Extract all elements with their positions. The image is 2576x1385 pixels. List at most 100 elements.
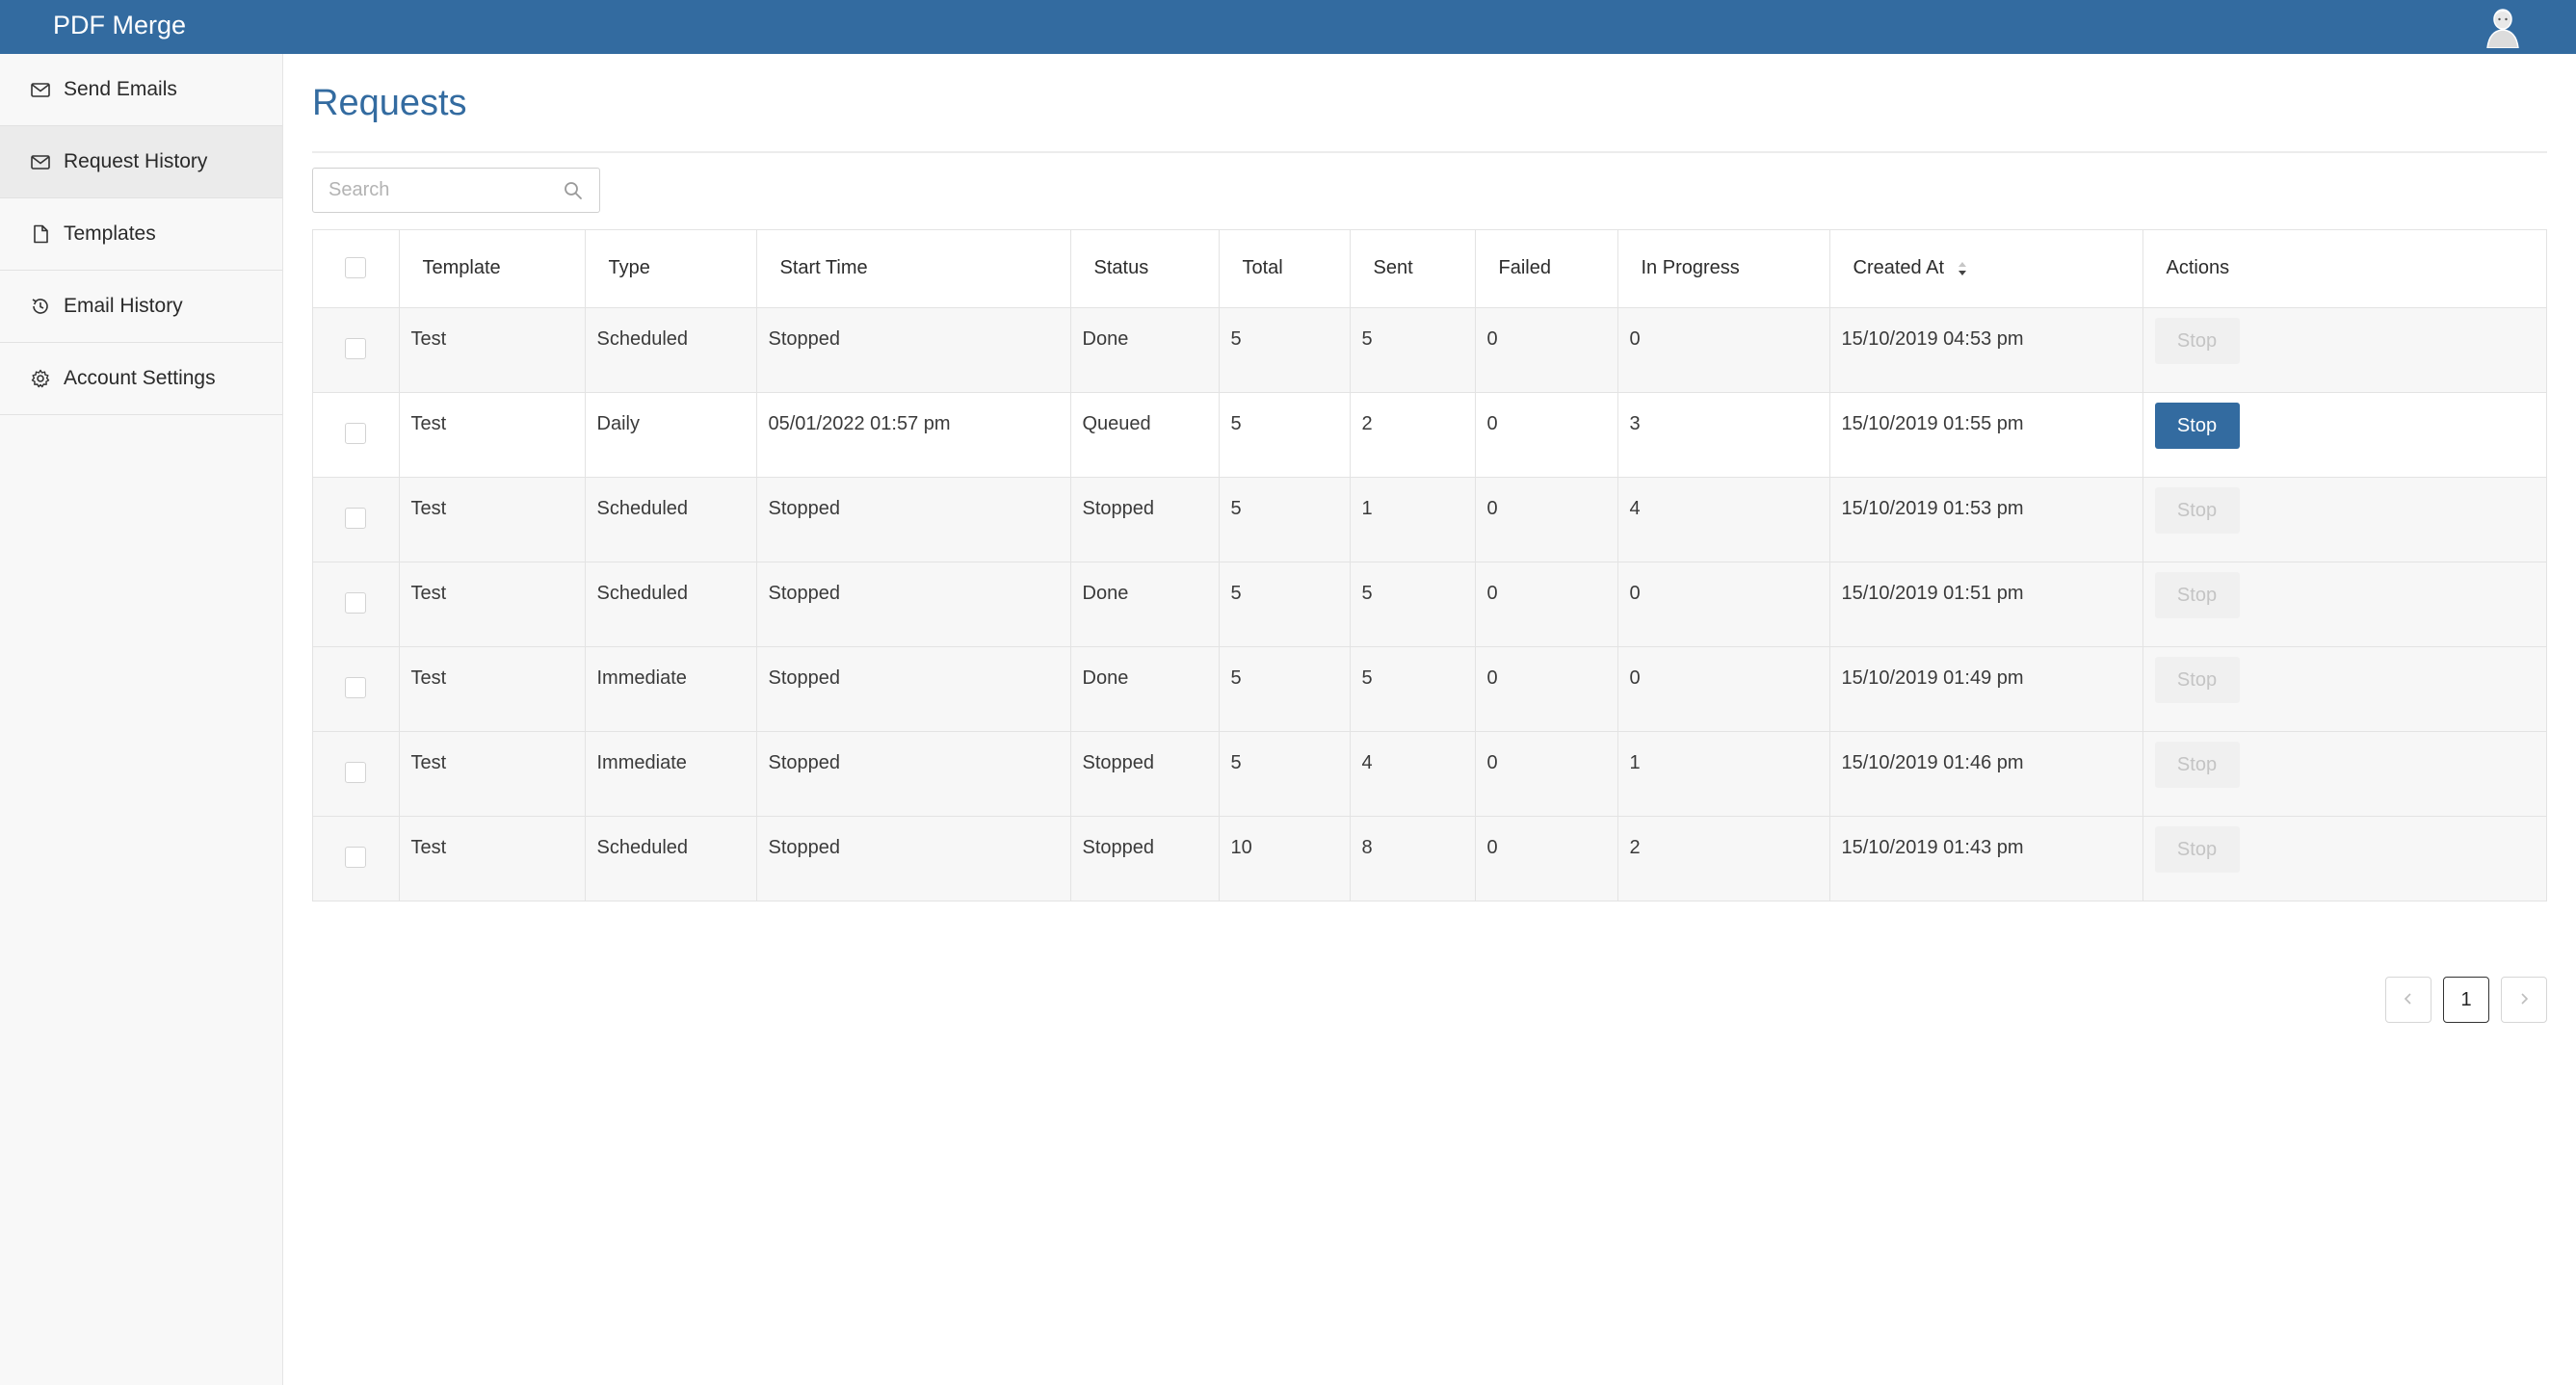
column-header-type[interactable]: Type [585, 230, 757, 308]
cell-template: Test [399, 477, 586, 562]
cell-type: Scheduled [585, 816, 757, 901]
chevron-right-icon [2518, 989, 2530, 1011]
requests-table: Template Type Start Time Status Total Se… [312, 229, 2547, 902]
cell-start-time: Stopped [756, 307, 1071, 392]
stop-button[interactable]: Stop [2154, 486, 2240, 534]
cell-start-time: Stopped [756, 731, 1071, 816]
cell-status: Queued [1070, 392, 1220, 477]
cell-type: Scheduled [585, 477, 757, 562]
stop-button[interactable]: Stop [2154, 656, 2240, 703]
cell-start-time: Stopped [756, 477, 1071, 562]
sidebar-item-label: Send Emails [64, 78, 177, 100]
cell-sent: 5 [1350, 562, 1476, 646]
row-select-cell [313, 646, 400, 731]
stop-button[interactable]: Stop [2154, 402, 2240, 449]
cell-in-progress: 0 [1617, 562, 1830, 646]
cell-total: 5 [1219, 477, 1351, 562]
avatar[interactable] [2484, 6, 2522, 49]
column-header-status[interactable]: Status [1070, 230, 1220, 308]
table-header-row: Template Type Start Time Status Total Se… [313, 230, 2546, 308]
cell-created-at: 15/10/2019 01:55 pm [1829, 392, 2143, 477]
select-all-checkbox[interactable] [344, 256, 366, 278]
file-icon [29, 222, 52, 246]
table-row: Test Daily 05/01/2022 01:57 pm Queued 5 2 0 3 15… [313, 392, 2546, 477]
sidebar-item-label: Account Settings [64, 367, 216, 389]
cell-failed: 0 [1475, 562, 1618, 646]
sidebar-item-email-history[interactable]: Email History [0, 271, 282, 343]
sidebar-item-request-history[interactable]: Request History [0, 126, 282, 198]
cell-total: 5 [1219, 646, 1351, 731]
cell-type: Scheduled [585, 562, 757, 646]
column-header-failed[interactable]: Failed [1475, 230, 1618, 308]
column-header-total[interactable]: Total [1219, 230, 1351, 308]
next-page-button[interactable] [2501, 977, 2547, 1023]
row-checkbox[interactable] [344, 422, 366, 444]
cell-total: 5 [1219, 731, 1351, 816]
stop-button[interactable]: Stop [2154, 317, 2240, 364]
column-header-sent[interactable]: Sent [1350, 230, 1476, 308]
cell-sent: 4 [1350, 731, 1476, 816]
cell-actions: Stop [2142, 562, 2546, 646]
row-checkbox[interactable] [344, 591, 366, 614]
user-avatar-icon [2486, 9, 2519, 49]
column-header-start-time[interactable]: Start Time [756, 230, 1071, 308]
table-row: Test Immediate Stopped Stopped 5 4 0 1 15/10/201… [313, 731, 2546, 816]
cell-in-progress: 4 [1617, 477, 1830, 562]
sidebar-item-label: Templates [64, 222, 156, 245]
row-checkbox[interactable] [344, 676, 366, 698]
history-icon [29, 295, 52, 318]
row-checkbox[interactable] [344, 761, 366, 783]
cell-status: Stopped [1070, 477, 1220, 562]
row-select-cell [313, 562, 400, 646]
cell-sent: 5 [1350, 307, 1476, 392]
column-header-created-at-label: Created At [1853, 257, 1945, 279]
column-header-template[interactable]: Template [399, 230, 586, 308]
cell-start-time: Stopped [756, 646, 1071, 731]
prev-page-button[interactable] [2385, 977, 2431, 1023]
stop-button[interactable]: Stop [2154, 741, 2240, 788]
sidebar-item-templates[interactable]: Templates [0, 198, 282, 271]
cell-sent: 1 [1350, 477, 1476, 562]
cell-in-progress: 0 [1617, 646, 1830, 731]
cell-type: Immediate [585, 731, 757, 816]
sidebar-item-send-emails[interactable]: Send Emails [0, 54, 282, 126]
table-row: Test Scheduled Stopped Done 5 5 0 0 15/10/2019 0… [313, 307, 2546, 392]
row-checkbox[interactable] [344, 846, 366, 868]
cell-actions: Stop [2142, 307, 2546, 392]
stop-button[interactable]: Stop [2154, 571, 2240, 618]
mail-icon [29, 78, 52, 101]
cell-actions: Stop [2142, 731, 2546, 816]
table-row: Test Scheduled Stopped Stopped 5 1 0 4 15/10/201… [313, 477, 2546, 562]
cell-failed: 0 [1475, 731, 1618, 816]
cell-type: Scheduled [585, 307, 757, 392]
cell-created-at: 15/10/2019 04:53 pm [1829, 307, 2143, 392]
row-select-cell [313, 477, 400, 562]
column-header-in-progress[interactable]: In Progress [1617, 230, 1830, 308]
cell-actions: Stop [2142, 816, 2546, 901]
column-header-actions: Actions [2142, 230, 2546, 308]
cell-status: Done [1070, 562, 1220, 646]
row-checkbox[interactable] [344, 337, 366, 359]
search-input[interactable] [313, 178, 544, 202]
page-title: Requests [312, 83, 467, 123]
search-icon[interactable] [563, 180, 584, 201]
page-button-current[interactable]: 1 [2443, 977, 2489, 1023]
stop-button[interactable]: Stop [2154, 825, 2240, 873]
cell-start-time: Stopped [756, 816, 1071, 901]
mail-icon [29, 150, 52, 173]
column-header-created-at[interactable]: Created At [1829, 230, 2143, 308]
sidebar-item-account-settings[interactable]: Account Settings [0, 343, 282, 415]
sort-icon[interactable] [1956, 258, 1969, 279]
row-checkbox[interactable] [344, 507, 366, 529]
table-row: Test Scheduled Stopped Stopped 10 8 0 2 15/10/20… [313, 816, 2546, 901]
cell-created-at: 15/10/2019 01:53 pm [1829, 477, 2143, 562]
cell-template: Test [399, 307, 586, 392]
cell-in-progress: 0 [1617, 307, 1830, 392]
top-bar: PDF Merge [0, 0, 2576, 54]
cell-template: Test [399, 392, 586, 477]
sidebar-item-label: Email History [64, 295, 183, 317]
pagination: 1 [2385, 977, 2547, 1023]
cell-failed: 0 [1475, 646, 1618, 731]
select-all-cell [313, 230, 400, 308]
row-select-cell [313, 816, 400, 901]
